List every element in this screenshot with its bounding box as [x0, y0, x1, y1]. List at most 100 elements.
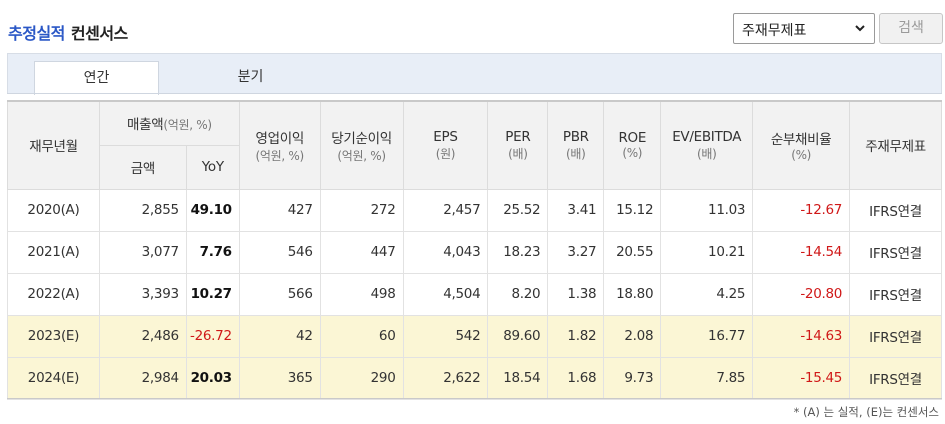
- cell-period: 2023(E): [7, 314, 100, 358]
- header-op-income-label: 영업이익: [255, 130, 304, 147]
- cell-net-income: 447: [319, 230, 404, 274]
- cell-eps: 2,457: [402, 188, 489, 232]
- tab-divider: [7, 93, 942, 94]
- cell-pbr: 1.82: [547, 314, 605, 358]
- cell-roe: 20.55: [603, 230, 662, 274]
- cell-sales: 2,855: [98, 188, 187, 232]
- cell-sales: 3,393: [98, 272, 187, 316]
- table-row: 2024(E) 2,984 20.03 365 290 2,622 18.54 1.68 9.7…: [7, 356, 942, 400]
- cell-statement: IFRS연결: [849, 272, 942, 316]
- cell-period: 2024(E): [7, 356, 100, 400]
- header-pbr: PBR (배): [547, 100, 605, 190]
- section-title: 추정실적 컨센서스: [8, 20, 128, 44]
- cell-sales: 3,077: [98, 230, 187, 274]
- header-roe: ROE (%): [603, 100, 662, 190]
- cell-period: 2020(A): [7, 188, 100, 232]
- cell-pbr: 1.38: [547, 272, 605, 316]
- header-sales-unit: (억원, %): [163, 118, 212, 133]
- header-net-income-label: 당기순이익: [331, 130, 392, 147]
- cell-period: 2022(A): [7, 272, 100, 316]
- cell-statement: IFRS연결: [849, 356, 942, 400]
- cell-debt-ratio: -15.45: [752, 356, 851, 400]
- table-row: 2020(A) 2,855 49.10 427 272 2,457 25.52 3.41 15.…: [7, 188, 942, 232]
- cell-net-income: 290: [319, 356, 404, 400]
- cell-sales: 2,486: [98, 314, 187, 358]
- table-bottom-line: [7, 398, 942, 399]
- table-row: 2023(E) 2,486 -26.72 42 60 542 89.60 1.82 2.08 16…: [7, 314, 942, 358]
- period-tab-bar: 연간 분기: [7, 53, 942, 95]
- tab-annual[interactable]: 연간: [34, 61, 159, 95]
- statement-select[interactable]: 주재무제표: [733, 13, 875, 44]
- cell-net-income: 60: [319, 314, 404, 358]
- cell-per: 8.20: [487, 272, 549, 316]
- chevron-down-icon: [855, 25, 865, 32]
- header-ev-ebitda-label: EV/EBITDA: [672, 128, 742, 145]
- header-op-income: 영업이익 (억원, %): [238, 100, 321, 190]
- cell-ev-ebitda: 10.21: [660, 230, 754, 274]
- cell-per: 18.23: [487, 230, 549, 274]
- header-net-income-unit: (억원, %): [337, 148, 386, 163]
- cell-per: 89.60: [487, 314, 549, 358]
- cell-roe: 2.08: [603, 314, 662, 358]
- cell-yoy: 49.10: [185, 188, 240, 232]
- cell-per: 18.54: [487, 356, 549, 400]
- cell-op-income: 427: [238, 188, 321, 232]
- table-row: 2022(A) 3,393 10.27 566 498 4,504 8.20 1.38 18.8…: [7, 272, 942, 316]
- tab-quarterly[interactable]: 분기: [188, 61, 313, 95]
- header-debt-ratio-label: 순부채비율: [770, 132, 832, 149]
- cell-per: 25.52: [487, 188, 549, 232]
- header-op-income-unit: (억원, %): [255, 148, 305, 163]
- cell-statement: IFRS연결: [849, 314, 942, 358]
- header-net-income: 당기순이익 (억원, %): [319, 100, 404, 190]
- cell-op-income: 546: [238, 230, 321, 274]
- consensus-table: 재무년월 매출액(억원, %) 영업이익 (억원, %) 당기순이익 (억원, …: [7, 100, 942, 400]
- cell-yoy: 20.03: [185, 356, 240, 400]
- cell-ev-ebitda: 7.85: [660, 356, 754, 400]
- cell-net-income: 498: [319, 272, 404, 316]
- cell-ev-ebitda: 16.77: [660, 314, 754, 358]
- cell-op-income: 365: [238, 356, 321, 400]
- cell-pbr: 3.27: [547, 230, 605, 274]
- cell-roe: 9.73: [603, 356, 662, 400]
- header-sales-yoy: YoY: [185, 144, 240, 190]
- cell-debt-ratio: -20.80: [752, 272, 851, 316]
- header-sales-label: 매출액: [126, 117, 164, 134]
- cell-eps: 4,043: [402, 230, 489, 274]
- header: 추정실적 컨센서스 주재무제표 검색: [8, 8, 943, 48]
- header-eps-unit: (원): [435, 146, 456, 161]
- header-eps-label: EPS: [433, 128, 458, 145]
- cell-op-income: 566: [238, 272, 321, 316]
- cell-ev-ebitda: 11.03: [660, 188, 754, 232]
- cell-debt-ratio: -12.67: [752, 188, 851, 232]
- table-row: 2021(A) 3,077 7.76 546 447 4,043 18.23 3.27 20.5…: [7, 230, 942, 274]
- header-per-unit: (배): [508, 146, 528, 161]
- header-ev-ebitda: EV/EBITDA (배): [660, 100, 754, 190]
- cell-debt-ratio: -14.63: [752, 314, 851, 358]
- cell-yoy: 7.76: [185, 230, 240, 274]
- cell-eps: 542: [402, 314, 489, 358]
- cell-sales: 2,984: [98, 356, 187, 400]
- cell-roe: 18.80: [603, 272, 662, 316]
- header-pbr-unit: (배): [566, 146, 586, 161]
- cell-eps: 4,504: [402, 272, 489, 316]
- search-button[interactable]: 검색: [879, 13, 943, 44]
- title-sub: 컨센서스: [70, 24, 128, 43]
- footnote: * (A) 는 실적, (E)는 컨센서스: [793, 405, 939, 419]
- cell-debt-ratio: -14.54: [752, 230, 851, 274]
- cell-roe: 15.12: [603, 188, 662, 232]
- title-main: 추정실적: [8, 24, 65, 43]
- cell-yoy: 10.27: [185, 272, 240, 316]
- statement-select-value: 주재무제표: [742, 23, 807, 39]
- cell-net-income: 272: [319, 188, 404, 232]
- header-roe-unit: (%): [622, 146, 643, 161]
- header-per-label: PER: [505, 128, 531, 145]
- cell-statement: IFRS연결: [849, 230, 942, 274]
- cell-period: 2021(A): [7, 230, 100, 274]
- header-ev-ebitda-unit: (배): [696, 146, 717, 161]
- header-per: PER (배): [487, 100, 549, 190]
- header-debt-ratio-unit: (%): [791, 148, 812, 163]
- header-sales-amount: 금액: [98, 144, 187, 190]
- header-debt-ratio: 순부채비율 (%): [752, 100, 851, 190]
- header-roe-label: ROE: [618, 130, 647, 147]
- cell-ev-ebitda: 4.25: [660, 272, 754, 316]
